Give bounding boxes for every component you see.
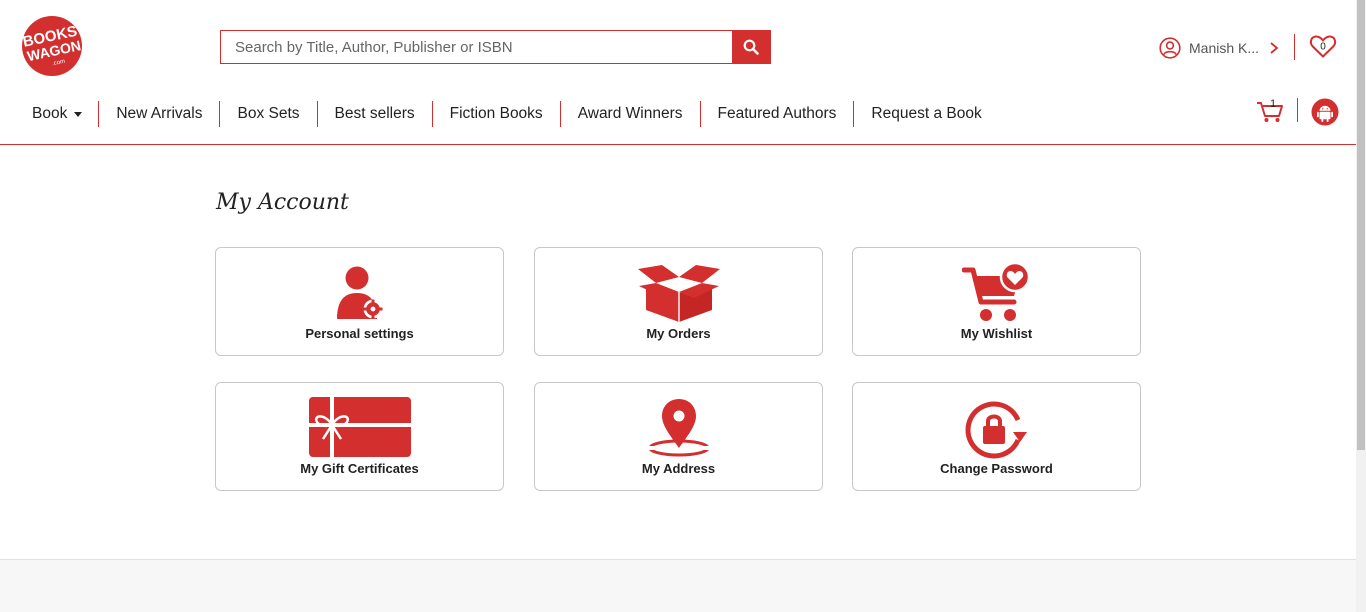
main-navigation: Book New Arrivals Box Sets Best sellers … [0,100,999,128]
nav-item-fiction-books[interactable]: Fiction Books [431,101,560,127]
nav-item-book[interactable]: Book [0,101,98,127]
card-label: My Orders [646,326,711,341]
account-card-personal-settings[interactable]: Personal settings [215,247,504,356]
search-button[interactable] [732,31,770,63]
page-title: My Account [216,190,349,215]
card-label: Personal settings [305,326,414,341]
card-label: Change Password [940,461,1053,476]
android-app-icon[interactable] [1311,98,1339,126]
header-divider [1297,98,1298,122]
user-account-menu[interactable]: Manish K... [1159,36,1279,60]
user-circle-icon [1159,37,1181,59]
caret-down-icon [74,111,83,117]
nav-item-award-winners[interactable]: Award Winners [559,101,700,127]
nav-item-best-sellers[interactable]: Best sellers [316,101,432,127]
account-card-my-orders[interactable]: My Orders [534,247,823,356]
bookswagon-logo[interactable]: BOOKS WAGON .com [15,15,89,77]
nav-item-featured-authors[interactable]: Featured Authors [699,101,854,127]
cart-count: 1 [1270,98,1277,110]
page-scrollbar[interactable] [1356,0,1366,612]
nav-item-label: Book [32,105,68,122]
map-pin-icon [646,399,711,457]
account-card-change-password[interactable]: Change Password [852,382,1141,491]
lock-refresh-icon [965,401,1027,459]
account-card-my-wishlist[interactable]: My Wishlist [852,247,1141,356]
search-icon [743,39,759,55]
card-label: My Wishlist [960,326,1033,341]
search-input[interactable] [221,31,732,63]
wishlist-count: 0 [1320,42,1326,53]
nav-item-new-arrivals[interactable]: New Arrivals [98,101,219,127]
card-label: My Gift Certificates [300,461,419,476]
cart-heart-icon [961,262,1030,321]
user-settings-icon [336,266,382,319]
account-card-my-gift-certificates[interactable]: My Gift Certificates [215,382,504,491]
card-label: My Address [641,461,716,476]
site-header: BOOKS WAGON .com Manish K... 0 Book [0,0,1356,145]
search-bar [220,30,771,64]
account-card-my-address[interactable]: My Address [534,382,823,491]
header-divider [1294,34,1295,60]
user-name: Manish K... [1189,40,1260,56]
open-box-icon [637,265,720,322]
wishlist-heart-icon[interactable]: 0 [1309,33,1337,59]
gift-card-icon [308,397,411,457]
scrollbar-thumb[interactable] [1357,0,1365,450]
nav-item-request-a-book[interactable]: Request a Book [853,101,998,127]
nav-item-box-sets[interactable]: Box Sets [219,101,316,127]
chevron-right-icon [1270,42,1279,54]
footer [0,559,1356,612]
